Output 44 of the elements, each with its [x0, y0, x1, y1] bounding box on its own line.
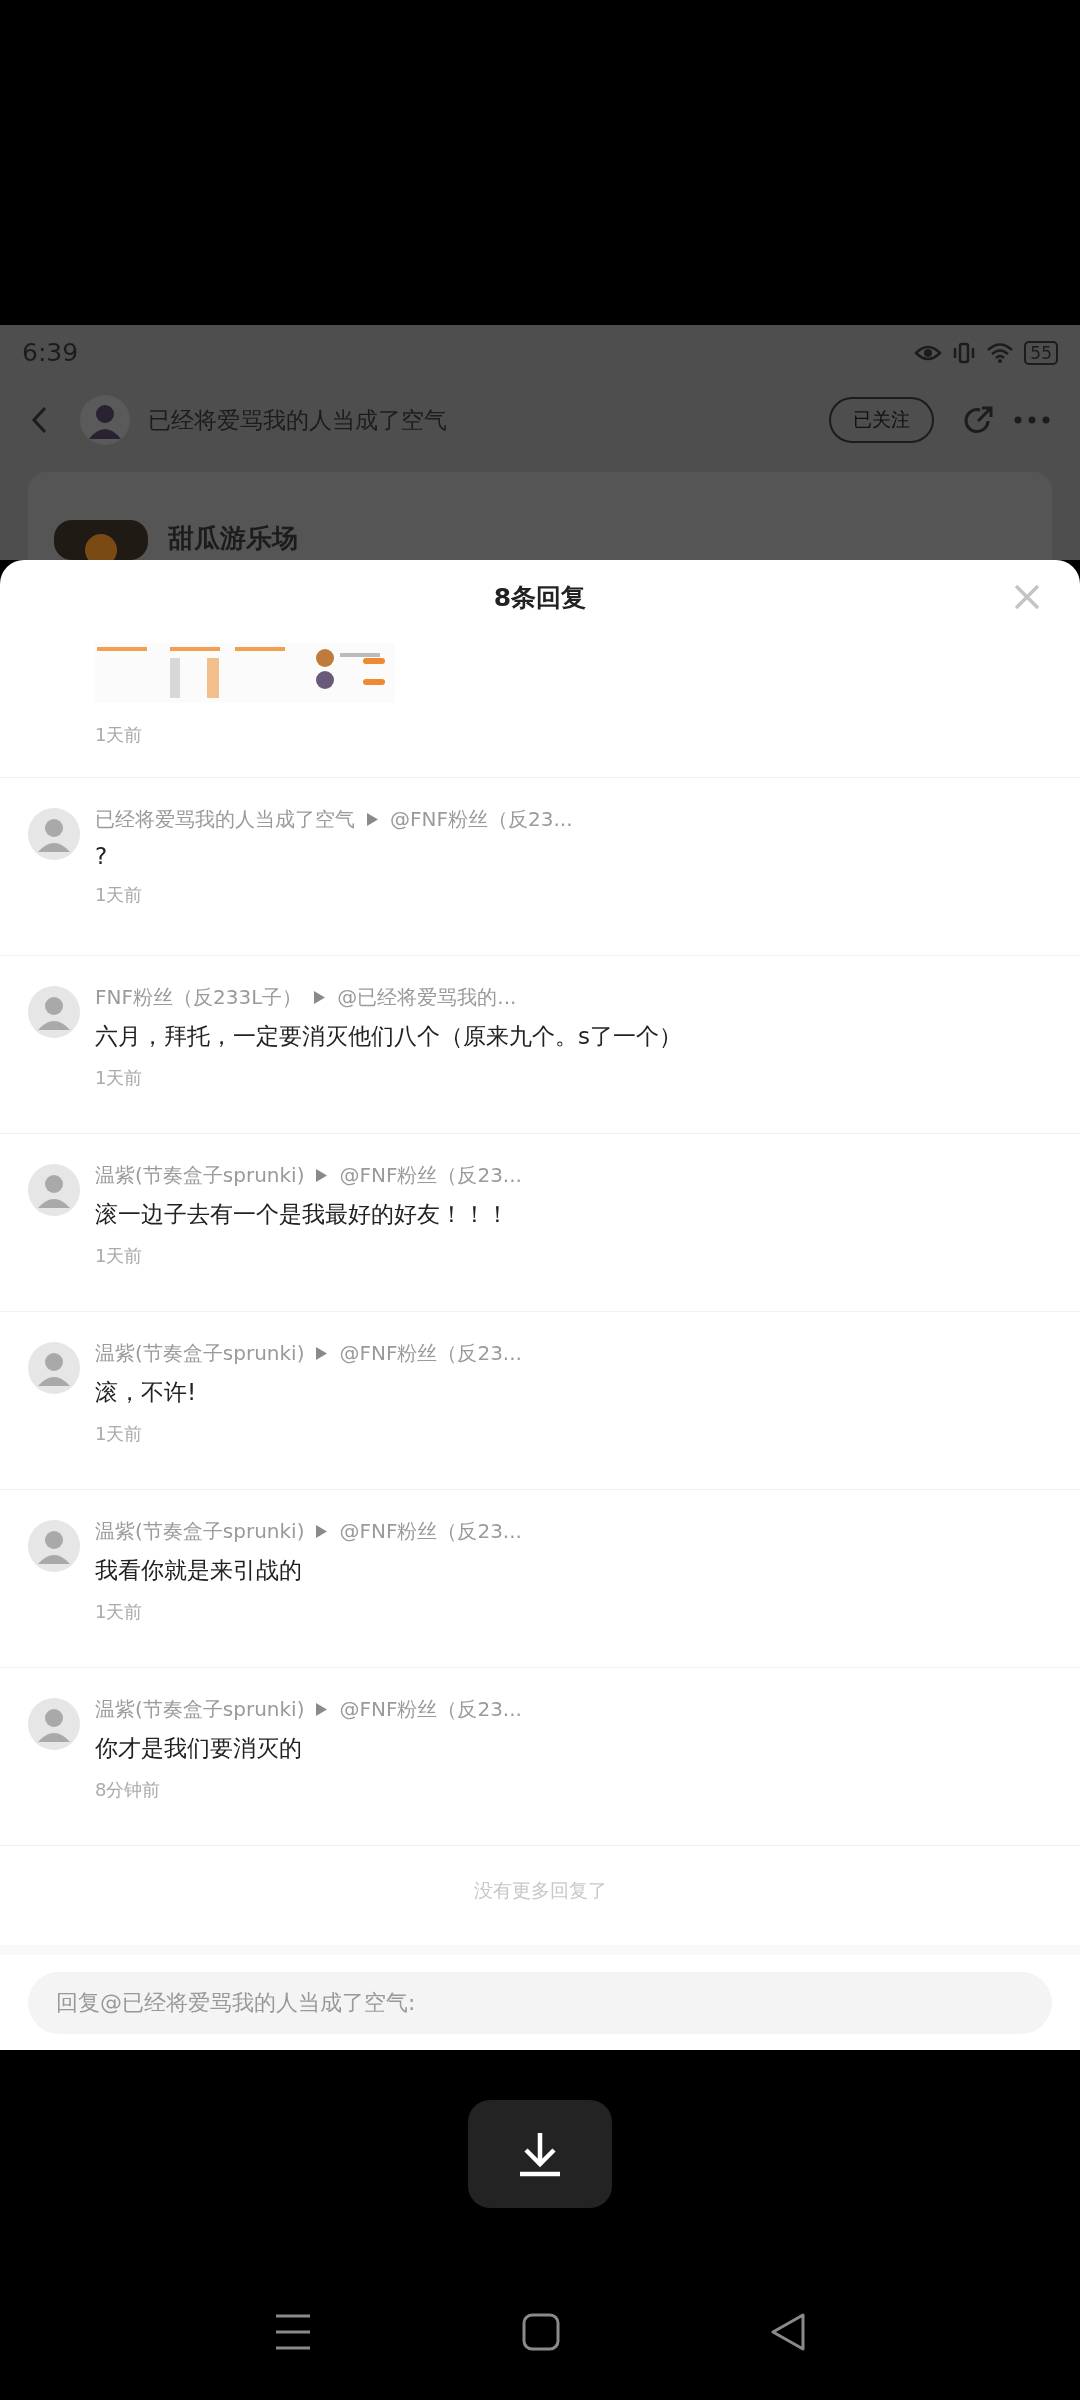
post-author: 甜瓜游乐场 — [168, 522, 298, 555]
reply-time: 1天前 — [95, 1422, 143, 1446]
reply-author[interactable]: 温紫(节奏盒子sprunki) — [95, 1696, 305, 1723]
reply-input-field[interactable]: 回复@已经将爱骂我的人当成了空气: — [28, 1971, 1052, 2034]
reply-time: 8分钟前 — [95, 1778, 161, 1802]
reply-author[interactable]: 温紫(节奏盒子sprunki) — [95, 1162, 305, 1189]
sheet-title: 8条回复 — [493, 582, 587, 614]
triangle-icon — [316, 1703, 328, 1716]
reply-text: ? — [95, 843, 108, 869]
reply-target[interactable]: @FNF粉丝（反23... — [339, 1162, 522, 1189]
triangle-icon — [316, 1347, 328, 1360]
reply-target[interactable]: @FNF粉丝（反23... — [339, 1340, 522, 1367]
triangle-icon — [367, 813, 378, 826]
back-icon[interactable] — [770, 2313, 806, 2351]
reply-text: 你才是我们要消灭的 — [95, 1734, 302, 1763]
wifi-icon — [986, 341, 1015, 364]
reply-author[interactable]: 已经将爱骂我的人当成了空气 — [95, 806, 355, 833]
reply-target[interactable]: @FNF粉丝（反23... — [390, 806, 573, 833]
reply-time: 1天前 — [95, 1244, 143, 1268]
reply-time: 1天前 — [95, 1066, 143, 1090]
reply-text: 六月，拜托，一定要消灭他们八个（原来九个。s了一个） — [95, 1022, 682, 1051]
reply-text: 我看你就是来引战的 — [95, 1556, 302, 1585]
vibrate-icon — [952, 341, 977, 364]
menu-icon[interactable] — [274, 2313, 312, 2351]
reply-text: 滚一边子去有一个是我最好的好友！！！ — [95, 1200, 509, 1229]
triangle-icon — [316, 1525, 328, 1538]
follow-button[interactable]: 已关注 — [829, 397, 934, 443]
triangle-icon — [314, 991, 326, 1004]
reply-time: 1天前 — [95, 1600, 143, 1624]
download-button[interactable] — [468, 2100, 612, 2208]
more-icon[interactable] — [1014, 416, 1050, 424]
reply-target[interactable]: @FNF粉丝（反23... — [339, 1518, 522, 1545]
reply-target[interactable]: @已经将爱骂我的... — [337, 984, 517, 1011]
close-icon[interactable] — [1014, 584, 1040, 610]
triangle-icon — [316, 1169, 328, 1182]
home-icon[interactable] — [522, 2313, 560, 2351]
reply-text: 滚，不许! — [95, 1378, 197, 1407]
reply-author[interactable]: 温紫(节奏盒子sprunki) — [95, 1340, 305, 1367]
reply-author[interactable]: 温紫(节奏盒子sprunki) — [95, 1518, 305, 1545]
download-icon — [518, 2131, 562, 2177]
reply-author[interactable]: FNF粉丝（反233L子） — [95, 984, 303, 1011]
reply-time: 1天前 — [95, 723, 143, 747]
reply-time: 1天前 — [95, 883, 143, 907]
reply-target[interactable]: @FNF粉丝（反23... — [339, 1696, 522, 1723]
